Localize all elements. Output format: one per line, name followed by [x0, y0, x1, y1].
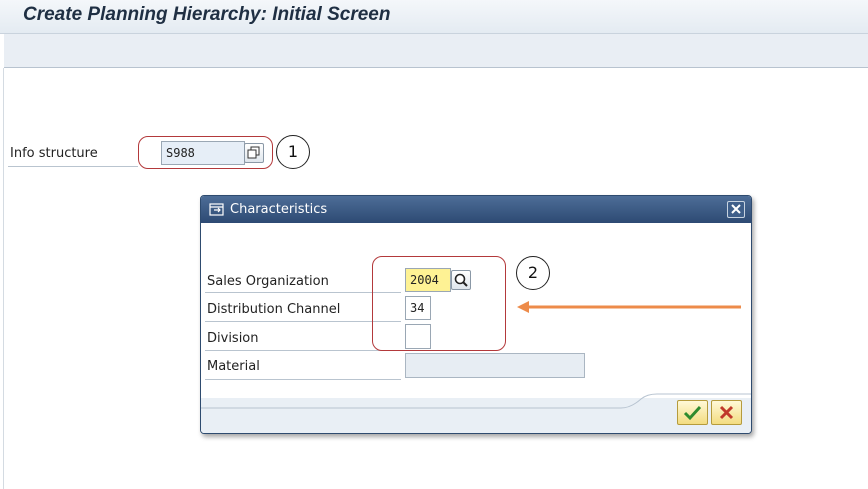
annotation-marker-2: 2 — [516, 256, 550, 290]
division-row-line — [205, 350, 401, 351]
annotation-highlight-2 — [372, 256, 506, 351]
checkmark-icon — [683, 405, 702, 421]
characteristics-dialog: Characteristics Sales Organization Distr… — [200, 195, 752, 434]
material-row-line — [205, 379, 401, 380]
confirm-button[interactable] — [677, 400, 708, 425]
left-border — [3, 68, 4, 489]
material-label: Material — [207, 359, 260, 374]
close-icon — [731, 204, 741, 214]
dialog-footer-divider — [201, 393, 751, 409]
annotation-arrow — [517, 301, 741, 313]
dialog-close-button[interactable] — [727, 201, 745, 218]
annotation-marker-1: 1 — [276, 135, 310, 169]
distribution-channel-label: Distribution Channel — [207, 302, 341, 317]
sales-organization-label: Sales Organization — [207, 274, 329, 289]
title-bar: Create Planning Hierarchy: Initial Scree… — [0, 0, 868, 34]
info-structure-row-line — [8, 166, 138, 167]
page-title: Create Planning Hierarchy: Initial Scree… — [23, 4, 391, 25]
cancel-button[interactable] — [711, 400, 742, 425]
application-toolbar — [4, 34, 868, 68]
dialog-icon — [209, 203, 224, 216]
cancel-x-icon — [719, 405, 734, 420]
info-structure-label: Info structure — [10, 146, 98, 161]
material-field — [405, 353, 585, 378]
dialog-title: Characteristics — [230, 202, 328, 217]
dialog-title-bar[interactable]: Characteristics — [201, 196, 751, 223]
annotation-highlight-1 — [138, 136, 273, 169]
division-label: Division — [207, 331, 259, 346]
